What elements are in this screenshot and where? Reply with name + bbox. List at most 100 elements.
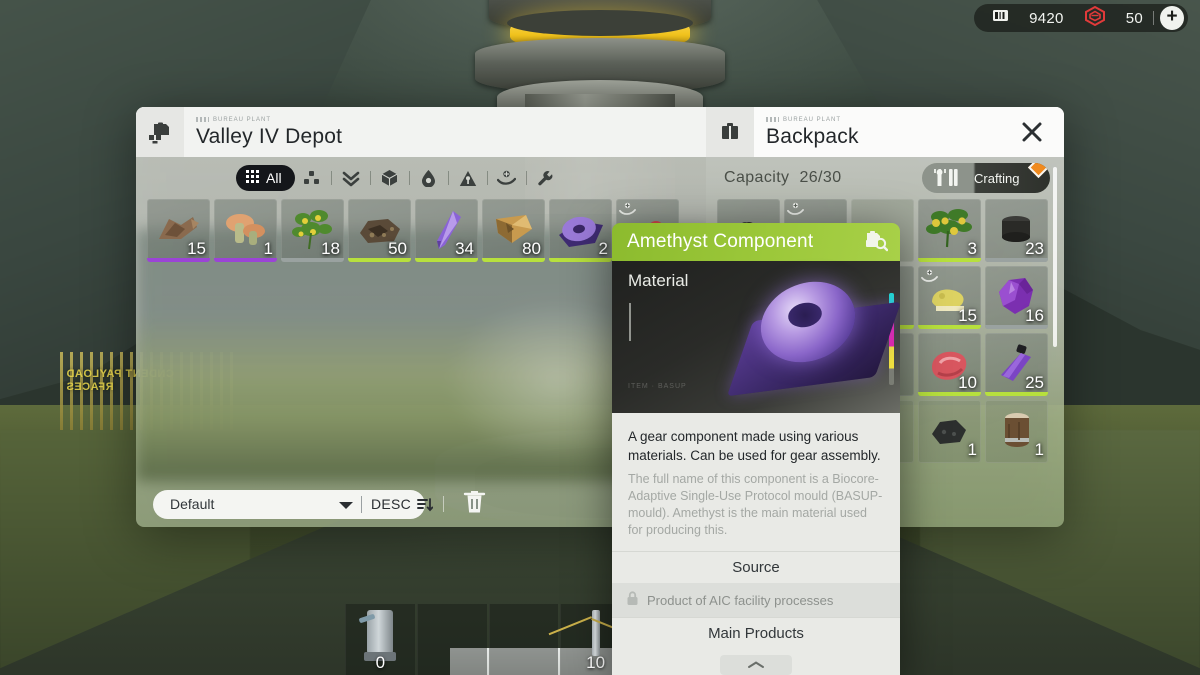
filter-consumables-icon[interactable] (490, 165, 524, 191)
topbar-divider (1153, 11, 1154, 25)
add-currency-button[interactable]: + (1160, 6, 1184, 30)
window-header: BUREAU PLANT Valley IV Depot BUREAU PLAN… (136, 107, 1064, 157)
hotbar-slot[interactable]: 0 (345, 604, 415, 675)
hotbar-count: 0 (375, 653, 386, 672)
filter-all-chip[interactable]: All (236, 165, 295, 191)
tooltip-flavor-text: The full name of this component is a Bio… (628, 472, 883, 537)
inventory-slot[interactable]: 15 (147, 199, 210, 262)
lock-icon (626, 591, 639, 609)
filter-all-label: All (266, 170, 282, 186)
slot-quantity: 3 (967, 239, 977, 258)
sort-order-label[interactable]: DESC (371, 496, 411, 512)
sort-desc-icon[interactable] (417, 497, 434, 518)
sort-divider (361, 495, 362, 513)
currency-cell[interactable] (982, 4, 1019, 32)
tooltip-header: Amethyst Component (612, 223, 900, 261)
hud-hotbar[interactable]: 0 10 (345, 604, 635, 675)
top-status-bar: 9420 50 + (974, 4, 1188, 32)
slot-rarity-bar (214, 258, 277, 262)
capacity-label: Capacity (724, 169, 790, 186)
collapse-arrow-icon[interactable] (720, 655, 792, 675)
orange-diamond-badge (1027, 163, 1050, 179)
hotbar-count: 10 (586, 653, 606, 672)
slot-quantity: 23 (1025, 239, 1044, 258)
inventory-slot[interactable]: 15 (918, 266, 981, 329)
inventory-slot[interactable]: 1 (985, 400, 1048, 463)
filter-divider (525, 171, 527, 185)
chevron-down-icon[interactable] (339, 501, 353, 509)
filter-divider (447, 171, 449, 185)
grid-all-icon (245, 169, 260, 187)
filter-divider (369, 171, 371, 185)
inventory-slot[interactable]: 16 (985, 266, 1048, 329)
inventory-slot[interactable]: 80 (482, 199, 545, 262)
inventory-window: BUREAU PLANT Valley IV Depot BUREAU PLAN… (136, 107, 1064, 527)
depot-title: Valley IV Depot (196, 124, 343, 148)
token-cell[interactable] (1074, 4, 1116, 32)
backpack-title: Backpack (766, 124, 859, 148)
slot-rarity-bar (281, 258, 344, 262)
inventory-slot-selected[interactable]: 2 (549, 199, 612, 262)
inventory-slot[interactable]: 25 (985, 333, 1048, 396)
crafting-button[interactable]: Crafting (922, 163, 1050, 193)
backpack-subtitle: BUREAU PLANT (783, 116, 842, 123)
filter-liquids-icon[interactable] (412, 165, 446, 191)
currency-value: 9420 (1029, 9, 1064, 27)
slot-rarity-bar (918, 258, 981, 262)
tooltip-source-heading: Source (612, 551, 900, 583)
slot-rarity-bar (482, 258, 545, 262)
inventory-slot[interactable]: 3 (918, 199, 981, 262)
depot-subtitle-row: BUREAU PLANT (196, 116, 342, 124)
slot-quantity: 16 (1025, 306, 1044, 325)
trash-icon[interactable] (462, 488, 487, 520)
hotbar-slot[interactable] (488, 604, 559, 675)
inventory-slot[interactable]: 50 (348, 199, 411, 262)
tooltip-source-text: Product of AIC facility processes (647, 592, 834, 608)
backpack-title-block: BUREAU PLANT Backpack (754, 116, 859, 149)
inventory-slot[interactable]: 1 (214, 199, 277, 262)
inventory-slot[interactable]: 10 (918, 333, 981, 396)
inventory-slot[interactable]: 18 (281, 199, 344, 262)
close-icon[interactable] (1020, 120, 1044, 144)
filter-components-icon[interactable] (295, 165, 329, 191)
sort-control[interactable]: Default DESC (153, 489, 434, 519)
slot-quantity: 18 (321, 239, 340, 258)
briefcase-icon (706, 107, 754, 157)
slot-quantity: 1 (1034, 440, 1044, 459)
filter-tools-icon[interactable] (529, 165, 563, 191)
depot-title-block: BUREAU PLANT Valley IV Depot (184, 116, 342, 149)
slot-quantity: 25 (1025, 373, 1044, 392)
inventory-slot[interactable]: 23 (985, 199, 1048, 262)
filter-divider (408, 171, 410, 185)
backpack-scrollbar[interactable] (1053, 167, 1057, 347)
slot-rarity-bar (985, 258, 1048, 262)
inventory-slot[interactable]: 34 (415, 199, 478, 262)
filter-hazard-icon[interactable] (451, 165, 485, 191)
turret-icon (364, 610, 397, 661)
window-body: All 15 1 18 50 34 80 2 Default DESC Capa… (136, 157, 1064, 527)
inspect-box-icon[interactable] (864, 228, 889, 257)
tooltip-products-area (612, 649, 900, 675)
slot-quantity: 34 (455, 239, 474, 258)
tooltip-products-heading: Main Products (612, 617, 900, 649)
tooltip-meta-text: ITEM · BASUP (628, 383, 687, 390)
filter-materials-icon[interactable] (334, 165, 368, 191)
depot-subtitle: BUREAU PLANT (213, 116, 272, 123)
hotbar-slot[interactable] (416, 604, 487, 675)
token-value-cell: 50 (1116, 4, 1153, 32)
capacity-value: 26/30 (799, 169, 842, 186)
slot-quantity: 1 (967, 440, 977, 459)
tooltip-description-block: A gear component made using various mate… (612, 413, 900, 551)
filter-bar: All (136, 157, 706, 199)
tooltip-item-image: Material ITEM · BASUP (612, 261, 900, 413)
slot-rarity-bar (918, 392, 981, 396)
capacity-row: Capacity 26/30 Crafting (706, 157, 1064, 199)
item-tooltip: Amethyst Component Material ITEM · BASUP… (612, 223, 900, 675)
slot-rarity-bar (348, 258, 411, 262)
filter-resources-icon[interactable] (373, 165, 407, 191)
inventory-slot[interactable]: 1 (918, 400, 981, 463)
tooltip-source-row: Product of AIC facility processes (612, 583, 900, 617)
slot-rarity-bar (985, 325, 1048, 329)
slot-quantity: 80 (522, 239, 541, 258)
crafting-label: Crafting (974, 170, 1020, 186)
